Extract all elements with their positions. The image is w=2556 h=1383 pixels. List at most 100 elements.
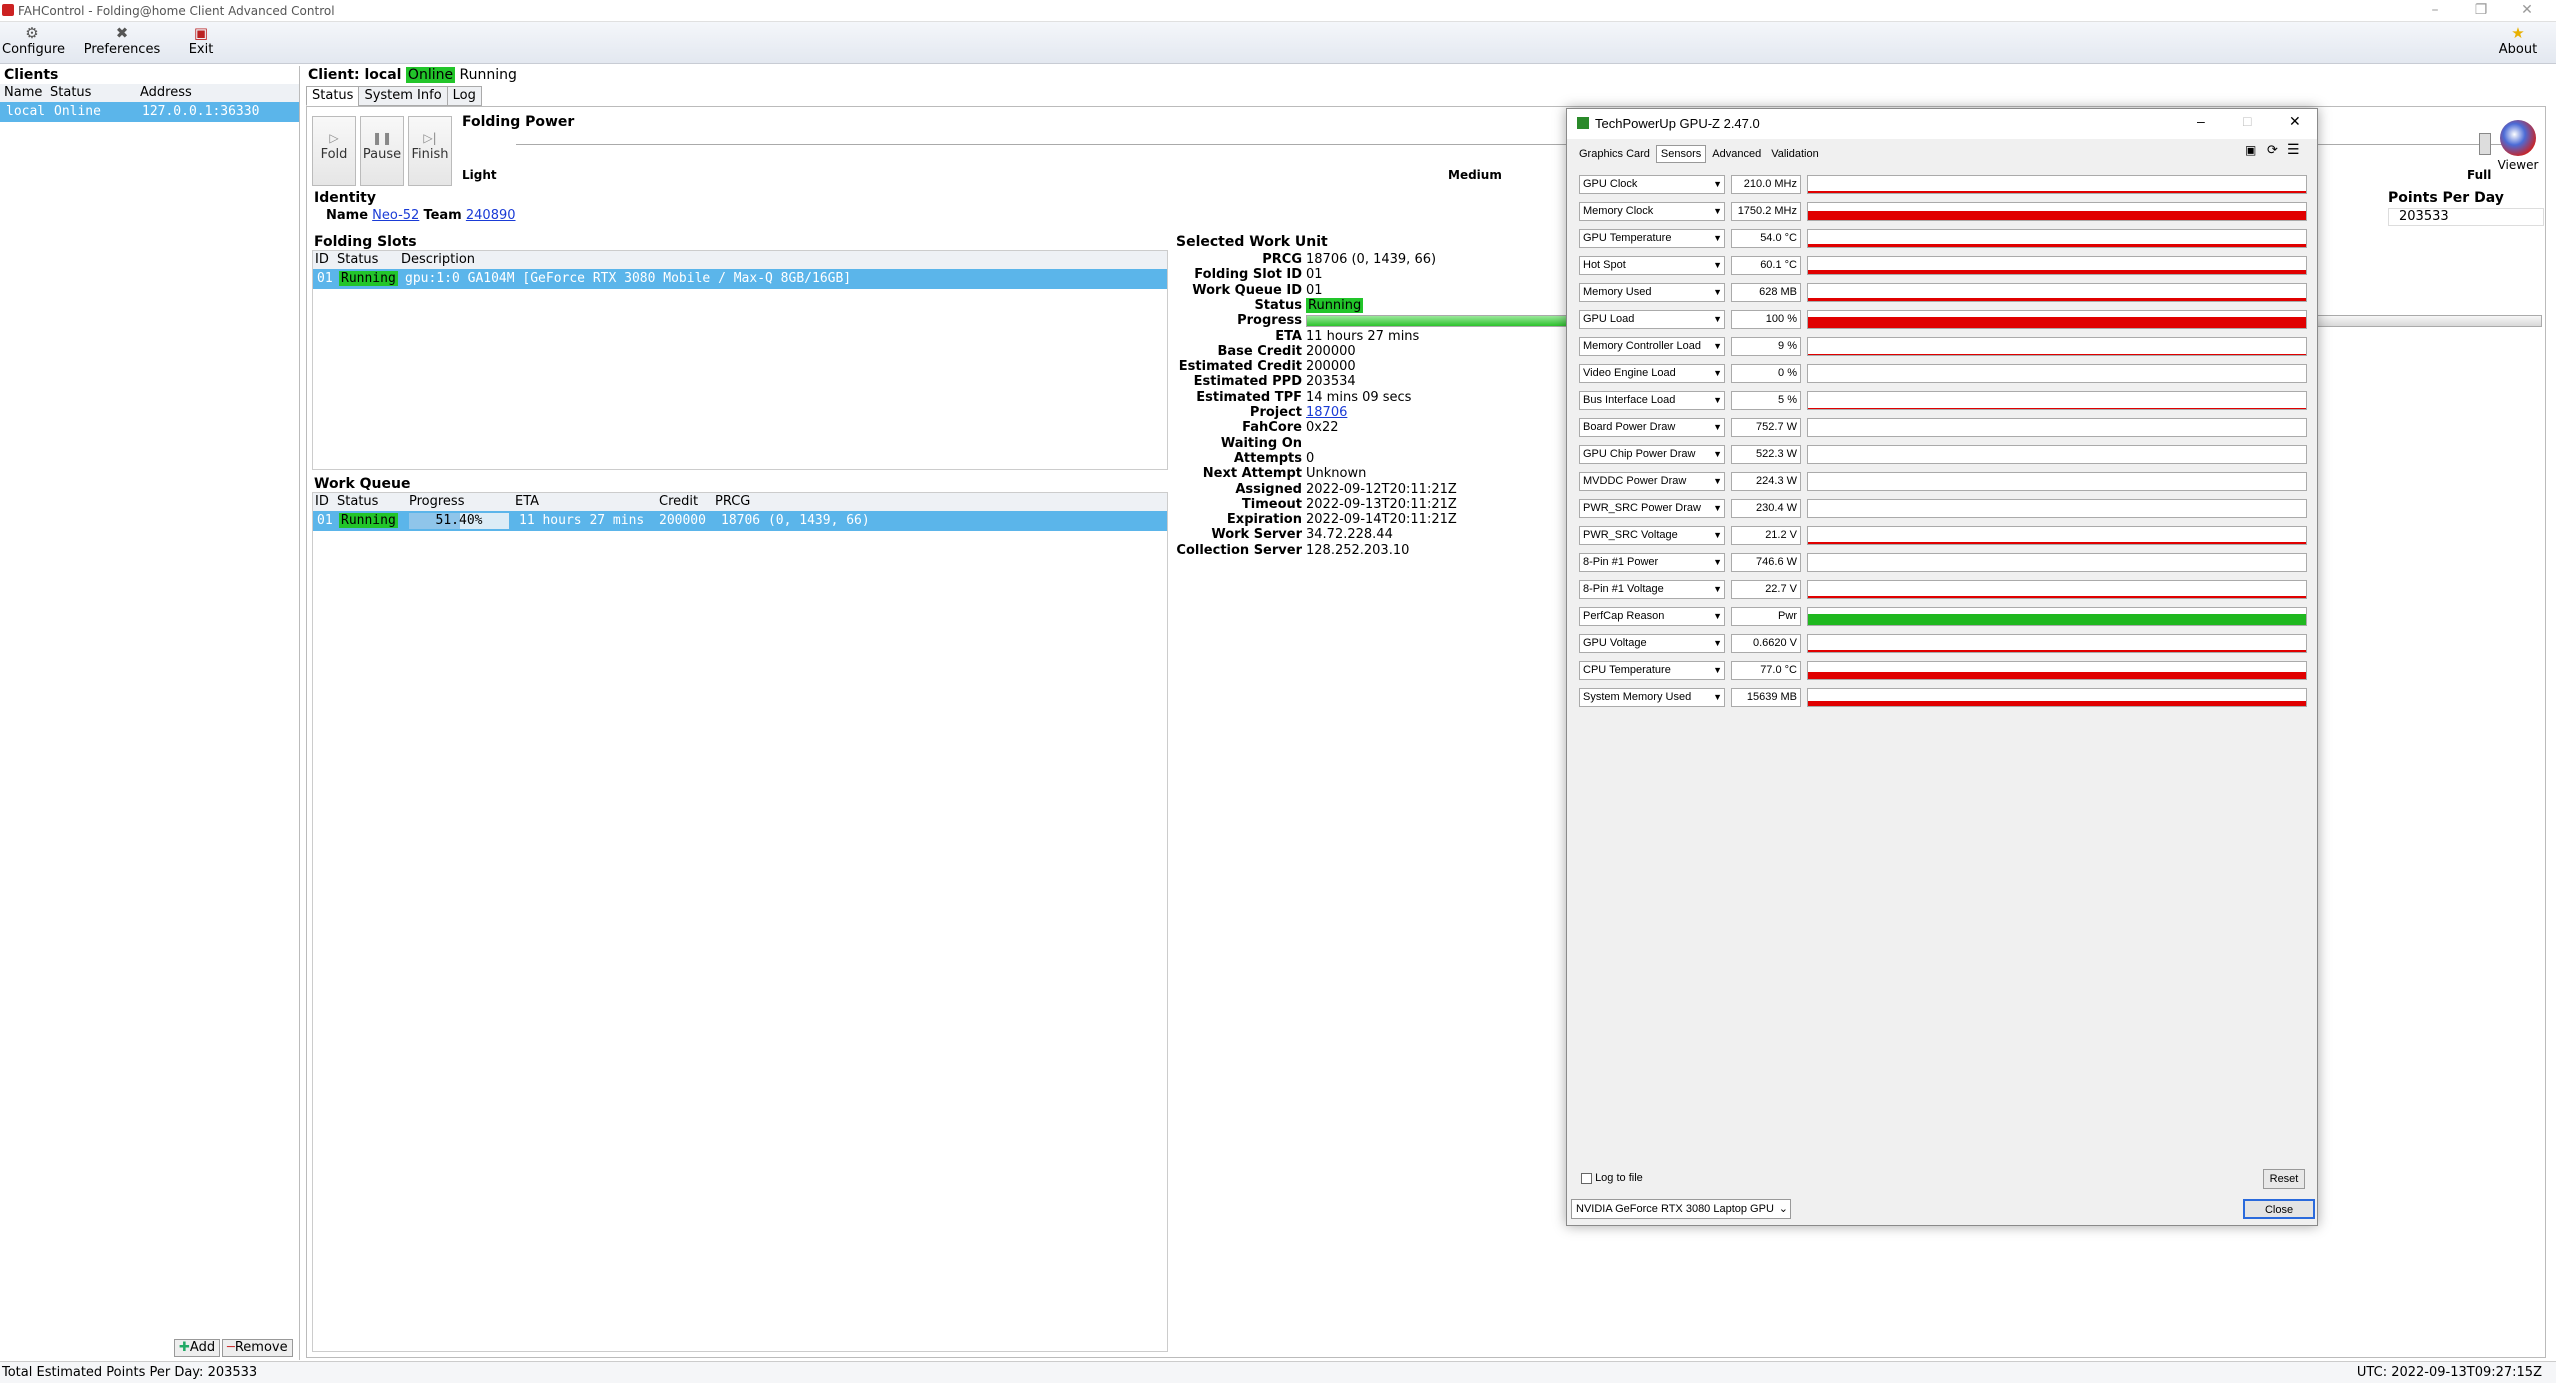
sensor-name-select[interactable]: Video Engine Load ▼: [1579, 364, 1725, 383]
sensor-name-select[interactable]: 8-Pin #1 Power ▼: [1579, 553, 1725, 572]
sensor-name-select[interactable]: PerfCap Reason ▼: [1579, 607, 1725, 626]
sensor-row: PWR_SRC Voltage ▼ 21.2 V: [1579, 524, 2311, 546]
sensor-name-select[interactable]: MVDDC Power Draw ▼: [1579, 472, 1725, 491]
sensor-graph: [1807, 553, 2307, 572]
col-id[interactable]: ID: [315, 252, 329, 267]
sensor-name-select[interactable]: GPU Clock ▼: [1579, 175, 1725, 194]
slot-row[interactable]: 01 Running gpu:1:0 GA104M [GeForce RTX 3…: [313, 269, 1167, 289]
restore-icon[interactable]: ❐: [2458, 0, 2504, 22]
add-client-button[interactable]: ✚Add: [174, 1339, 221, 1357]
col-name[interactable]: Name: [4, 85, 42, 100]
sensor-name-select[interactable]: Board Power Draw ▼: [1579, 418, 1725, 437]
close-button[interactable]: Close: [2243, 1199, 2315, 1219]
configure-button[interactable]: ⚙ Configure: [2, 24, 65, 57]
sensor-name-select[interactable]: Memory Used ▼: [1579, 283, 1725, 302]
sensor-name-select[interactable]: Memory Clock ▼: [1579, 202, 1725, 221]
ppd-value: 203533: [2388, 208, 2544, 226]
device-select[interactable]: NVIDIA GeForce RTX 3080 Laptop GPU ⌄: [1571, 1199, 1791, 1219]
user-name[interactable]: Neo-52: [372, 208, 419, 223]
col-prcg[interactable]: PRCG: [715, 494, 750, 509]
col-description[interactable]: Description: [401, 252, 475, 267]
sensor-name-select[interactable]: Hot Spot ▼: [1579, 256, 1725, 275]
tab-log[interactable]: Log: [446, 86, 482, 106]
sensor-name-select[interactable]: PWR_SRC Voltage ▼: [1579, 526, 1725, 545]
sensor-graph: [1807, 445, 2307, 464]
col-progress[interactable]: Progress: [409, 494, 464, 509]
gpuz-tab-sensors[interactable]: Sensors: [1655, 145, 1707, 163]
finish-button[interactable]: ▷| Finish: [408, 116, 452, 186]
sensor-name: Board Power Draw: [1583, 421, 1676, 433]
refresh-icon[interactable]: ⟳: [2267, 142, 2278, 158]
gpuz-tabs: Graphics Card Sensors Advanced Validation: [1575, 145, 1825, 163]
gpuz-tab-graphics-card[interactable]: Graphics Card: [1575, 146, 1654, 162]
queue-eta: 11 hours 27 mins: [519, 513, 645, 528]
log-to-file[interactable]: Log to file: [1581, 1172, 1643, 1184]
sensor-name-select[interactable]: 8-Pin #1 Voltage ▼: [1579, 580, 1725, 599]
gpuz-tab-advanced[interactable]: Advanced: [1708, 146, 1765, 162]
sensor-name-select[interactable]: Memory Controller Load ▼: [1579, 337, 1725, 356]
sensor-name-select[interactable]: GPU Voltage ▼: [1579, 634, 1725, 653]
sensor-value: 522.3 W: [1731, 445, 1801, 464]
wu-label: Folding Slot ID: [1194, 267, 1302, 283]
sensor-row: Board Power Draw ▼ 752.7 W: [1579, 416, 2311, 438]
tab-system-info[interactable]: System Info: [358, 86, 448, 106]
wu-row: Estimated Credit 200000: [1172, 359, 1356, 374]
wu-status-value: Running: [1306, 297, 1364, 313]
clients-title: Clients: [4, 67, 59, 83]
power-slider-handle[interactable]: [2479, 133, 2491, 155]
wu-row: Work Queue ID 01: [1172, 283, 1322, 298]
queue-row[interactable]: 01 Running 51.40% 11 hours 27 mins 20000…: [313, 511, 1167, 531]
gpuz-maximize-icon[interactable]: □: [2243, 113, 2251, 129]
fold-button[interactable]: ▷ Fold: [312, 116, 356, 186]
gpuz-minimize-icon[interactable]: –: [2197, 113, 2205, 129]
sensor-name-select[interactable]: GPU Chip Power Draw ▼: [1579, 445, 1725, 464]
preferences-button[interactable]: ✖ Preferences: [82, 24, 162, 57]
viewer-button[interactable]: Viewer: [2496, 118, 2540, 182]
wu-label: Timeout: [1241, 496, 1302, 512]
total-ppd: Total Estimated Points Per Day: 203533: [2, 1365, 258, 1380]
sensor-name-select[interactable]: PWR_SRC Power Draw ▼: [1579, 499, 1725, 518]
sensor-name-select[interactable]: System Memory Used ▼: [1579, 688, 1725, 707]
camera-icon[interactable]: ▣: [2245, 143, 2256, 157]
exit-button[interactable]: ▣ Exit: [186, 24, 216, 57]
col-address[interactable]: Address: [140, 85, 192, 100]
menu-icon[interactable]: ☰: [2287, 141, 2300, 158]
sensor-name-select[interactable]: GPU Temperature ▼: [1579, 229, 1725, 248]
sensor-name-select[interactable]: CPU Temperature ▼: [1579, 661, 1725, 680]
status-bar: Total Estimated Points Per Day: 203533 U…: [0, 1361, 2556, 1383]
close-icon[interactable]: ✕: [2504, 0, 2550, 22]
col-id[interactable]: ID: [315, 494, 329, 509]
wu-value: 0: [1306, 450, 1315, 466]
reset-button[interactable]: Reset: [2263, 1169, 2305, 1189]
gpuz-tab-validation[interactable]: Validation: [1767, 146, 1823, 162]
wu-project-link[interactable]: 18706: [1306, 405, 1347, 420]
window-title: FAHControl - Folding@home Client Advance…: [18, 4, 335, 18]
slot-status: Running: [339, 271, 398, 286]
col-status[interactable]: Status: [337, 494, 378, 509]
exit-label: Exit: [188, 42, 214, 57]
pause-button[interactable]: ❚❚ Pause: [360, 116, 404, 186]
slot-description: gpu:1:0 GA104M [GeForce RTX 3080 Mobile …: [405, 271, 852, 286]
wu-row: PRCG 18706 (0, 1439, 66): [1172, 252, 1436, 267]
team-id[interactable]: 240890: [466, 208, 516, 223]
gpuz-close-icon[interactable]: ✕: [2289, 113, 2301, 130]
minimize-icon[interactable]: –: [2412, 0, 2458, 22]
sensor-row: Bus Interface Load ▼ 5 %: [1579, 389, 2311, 411]
sensor-value: 21.2 V: [1731, 526, 1801, 545]
sensor-row: CPU Temperature ▼ 77.0 °C: [1579, 659, 2311, 681]
col-eta[interactable]: ETA: [515, 494, 539, 509]
about-button[interactable]: ★ About: [2496, 24, 2540, 57]
client-row[interactable]: local Online 127.0.0.1:36330: [0, 102, 299, 122]
log-checkbox[interactable]: [1581, 1172, 1592, 1184]
dropdown-icon: ▼: [1713, 557, 1722, 567]
remove-client-button[interactable]: ─Remove: [222, 1339, 293, 1357]
col-status[interactable]: Status: [337, 252, 378, 267]
sensor-value: 60.1 °C: [1731, 256, 1801, 275]
col-status[interactable]: Status: [50, 85, 91, 100]
sensor-name-select[interactable]: GPU Load ▼: [1579, 310, 1725, 329]
wu-label: ETA: [1275, 328, 1302, 344]
wu-row: Project 18706: [1172, 405, 1347, 420]
col-credit[interactable]: Credit: [659, 494, 698, 509]
tab-status[interactable]: Status: [306, 86, 360, 106]
sensor-name-select[interactable]: Bus Interface Load ▼: [1579, 391, 1725, 410]
